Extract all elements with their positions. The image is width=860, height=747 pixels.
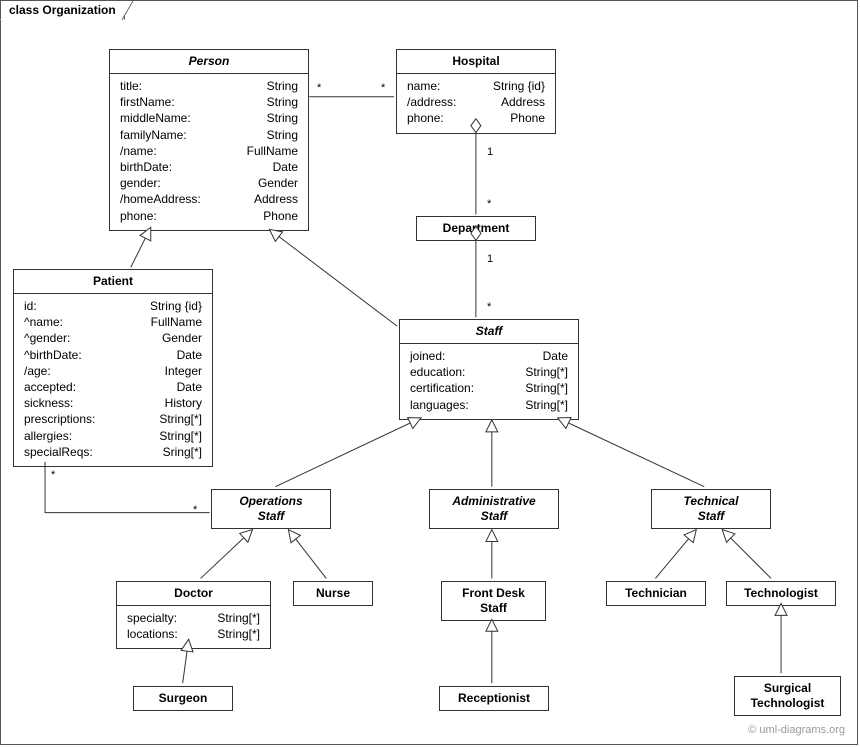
mult-person-hospital-right: * bbox=[381, 82, 385, 94]
class-person: Person title:StringfirstName:Stringmiddl… bbox=[109, 49, 309, 231]
class-admin-staff-title: Administrative Staff bbox=[430, 490, 558, 528]
class-person-attrs: title:StringfirstName:StringmiddleName:S… bbox=[110, 74, 308, 230]
package-frame: class Organization Person title:Stringfi… bbox=[0, 0, 858, 745]
mult-dept-staff-bot: * bbox=[487, 301, 491, 313]
class-nurse-title: Nurse bbox=[294, 582, 372, 605]
class-frontdesk: Front Desk Staff bbox=[441, 581, 546, 621]
class-technologist-title: Technologist bbox=[727, 582, 835, 605]
class-technician-title: Technician bbox=[607, 582, 705, 605]
class-receptionist-title: Receptionist bbox=[440, 687, 548, 710]
class-surgeon: Surgeon bbox=[133, 686, 233, 711]
class-admin-staff: Administrative Staff bbox=[429, 489, 559, 529]
class-ops-staff-title: Operations Staff bbox=[212, 490, 330, 528]
mult-patient-ops-right: * bbox=[193, 504, 197, 516]
mult-person-hospital-left: * bbox=[317, 82, 321, 94]
class-doctor-title: Doctor bbox=[117, 582, 270, 605]
class-staff-title: Staff bbox=[400, 320, 578, 343]
class-frontdesk-title: Front Desk Staff bbox=[442, 582, 545, 620]
class-surgtech-title: Surgical Technologist bbox=[735, 677, 840, 715]
class-doctor: Doctor specialty:String[*]locations:Stri… bbox=[116, 581, 271, 649]
class-nurse: Nurse bbox=[293, 581, 373, 606]
mult-hosp-dept-bot: * bbox=[487, 198, 491, 210]
class-doctor-attrs: specialty:String[*]locations:String[*] bbox=[117, 606, 270, 648]
class-patient: Patient id:String {id}^name:FullName^gen… bbox=[13, 269, 213, 467]
class-person-title: Person bbox=[110, 50, 308, 73]
frame-label: class Organization bbox=[0, 0, 125, 20]
class-tech-staff: Technical Staff bbox=[651, 489, 771, 529]
class-ops-staff: Operations Staff bbox=[211, 489, 331, 529]
class-surgeon-title: Surgeon bbox=[134, 687, 232, 710]
class-patient-attrs: id:String {id}^name:FullName^gender:Gend… bbox=[14, 294, 212, 466]
mult-hosp-dept-top: 1 bbox=[487, 146, 493, 158]
class-hospital: Hospital name:String {id}/address:Addres… bbox=[396, 49, 556, 134]
class-receptionist: Receptionist bbox=[439, 686, 549, 711]
class-patient-title: Patient bbox=[14, 270, 212, 293]
class-technician: Technician bbox=[606, 581, 706, 606]
class-hospital-attrs: name:String {id}/address:Addressphone:Ph… bbox=[397, 74, 555, 133]
watermark: © uml-diagrams.org bbox=[748, 724, 845, 736]
mult-dept-staff-top: 1 bbox=[487, 253, 493, 265]
mult-patient-ops-left: * bbox=[51, 469, 55, 481]
class-department-title: Department bbox=[417, 217, 535, 240]
class-surgtech: Surgical Technologist bbox=[734, 676, 841, 716]
class-technologist: Technologist bbox=[726, 581, 836, 606]
class-tech-staff-title: Technical Staff bbox=[652, 490, 770, 528]
class-hospital-title: Hospital bbox=[397, 50, 555, 73]
class-department: Department bbox=[416, 216, 536, 241]
class-staff-attrs: joined:Dateeducation:String[*]certificat… bbox=[400, 344, 578, 419]
class-staff: Staff joined:Dateeducation:String[*]cert… bbox=[399, 319, 579, 420]
